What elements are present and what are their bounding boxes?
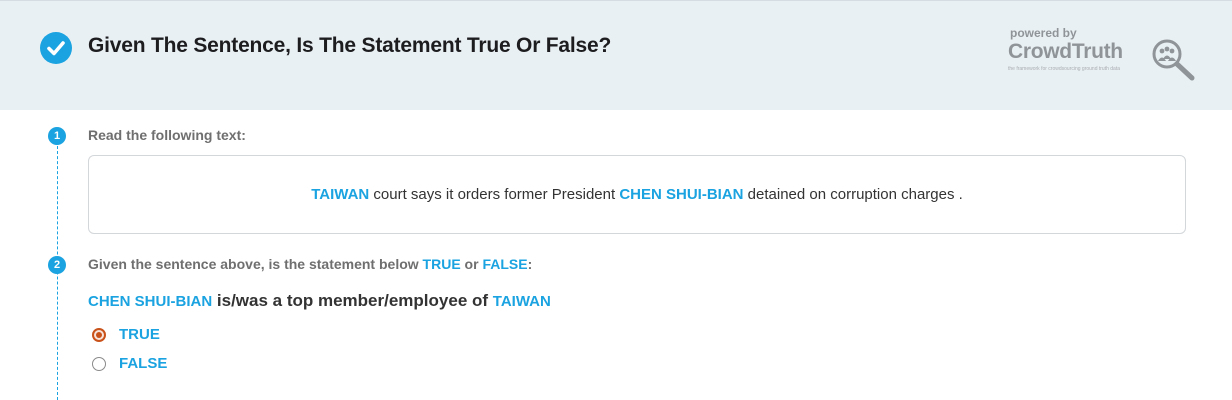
step-2-label: Given the sentence above, is the stateme… xyxy=(88,256,532,272)
option-true-label[interactable]: TRUE xyxy=(119,326,160,343)
sentence-box: TAIWAN court says it orders former Presi… xyxy=(88,155,1186,234)
magnifier-people-icon xyxy=(1152,39,1195,81)
sentence-entity-1: TAIWAN xyxy=(311,186,370,203)
step-1-badge: 1 xyxy=(48,127,66,145)
radio-false[interactable] xyxy=(92,356,106,371)
step-2-false-word: FALSE xyxy=(482,256,528,272)
statement-relation: is/was a top member/employee of xyxy=(212,291,493,310)
option-false-label[interactable]: FALSE xyxy=(119,355,167,372)
step-2-prefix: Given the sentence above, is the stateme… xyxy=(88,256,423,272)
sentence-text-1: court says it orders former President xyxy=(369,186,620,203)
option-false[interactable]: FALSE xyxy=(92,355,167,372)
relation-statement: CHEN SHUI-BIAN is/was a top member/emplo… xyxy=(88,291,551,311)
statement-object: TAIWAN xyxy=(492,293,551,310)
step-2-suffix: : xyxy=(527,256,533,272)
sentence-text-2: detained on corruption charges . xyxy=(743,186,963,203)
statement-subject: CHEN SHUI-BIAN xyxy=(88,293,213,310)
task-header: Given The Sentence, Is The Statement Tru… xyxy=(0,0,1232,110)
check-circle-icon xyxy=(40,32,72,64)
crowdtruth-logo: CrowdTruth xyxy=(1008,40,1123,63)
option-true[interactable]: TRUE xyxy=(92,326,160,343)
powered-by-label: powered by xyxy=(1010,26,1077,40)
radio-true[interactable] xyxy=(92,327,106,342)
step-2-or: or xyxy=(460,256,483,272)
page-title: Given The Sentence, Is The Statement Tru… xyxy=(88,34,612,57)
step-1-label: Read the following text: xyxy=(88,127,246,143)
step-2-badge: 2 xyxy=(48,256,66,274)
sentence-entity-2: CHEN SHUI-BIAN xyxy=(619,186,744,203)
step-2-true-word: TRUE xyxy=(422,256,461,272)
crowdtruth-tagline: the framework for crowdsourcing ground t… xyxy=(1008,66,1120,72)
